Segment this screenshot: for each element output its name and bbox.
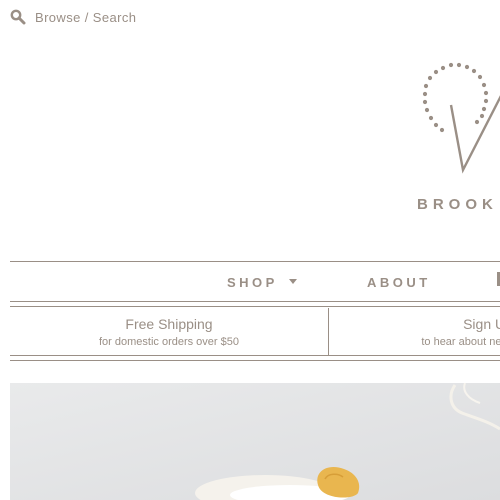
chevron-down-icon xyxy=(288,279,297,284)
promo-title: Free Shipping xyxy=(125,316,213,332)
promo-subtitle: to hear about new products xyxy=(421,336,500,348)
nav-bottom-rule xyxy=(10,301,500,302)
search-label: Browse / Search xyxy=(35,9,137,25)
signup-promo[interactable]: Sign Up to hear about new products xyxy=(329,308,500,356)
nav-shop[interactable]: SHOP xyxy=(227,275,297,290)
nav-about[interactable]: ABOUT xyxy=(367,275,431,290)
promo-top-rule xyxy=(10,306,500,307)
nav-item-partial[interactable] xyxy=(495,272,500,286)
hero-image xyxy=(10,383,500,500)
search-icon xyxy=(10,9,26,25)
promo-title: Sign Up xyxy=(463,316,500,332)
nav-top-rule xyxy=(10,261,500,262)
promo-bottom-rule-2 xyxy=(10,360,500,361)
browse-search-link[interactable]: Browse / Search xyxy=(10,9,136,25)
promo-bottom-rule xyxy=(10,355,500,356)
brand-name: BROOK xyxy=(417,196,498,213)
promo-subtitle: for domestic orders over $50 xyxy=(98,336,239,348)
free-shipping-promo[interactable]: Free Shipping for domestic orders over $… xyxy=(10,308,328,356)
nav-shop-label: SHOP xyxy=(227,275,278,290)
